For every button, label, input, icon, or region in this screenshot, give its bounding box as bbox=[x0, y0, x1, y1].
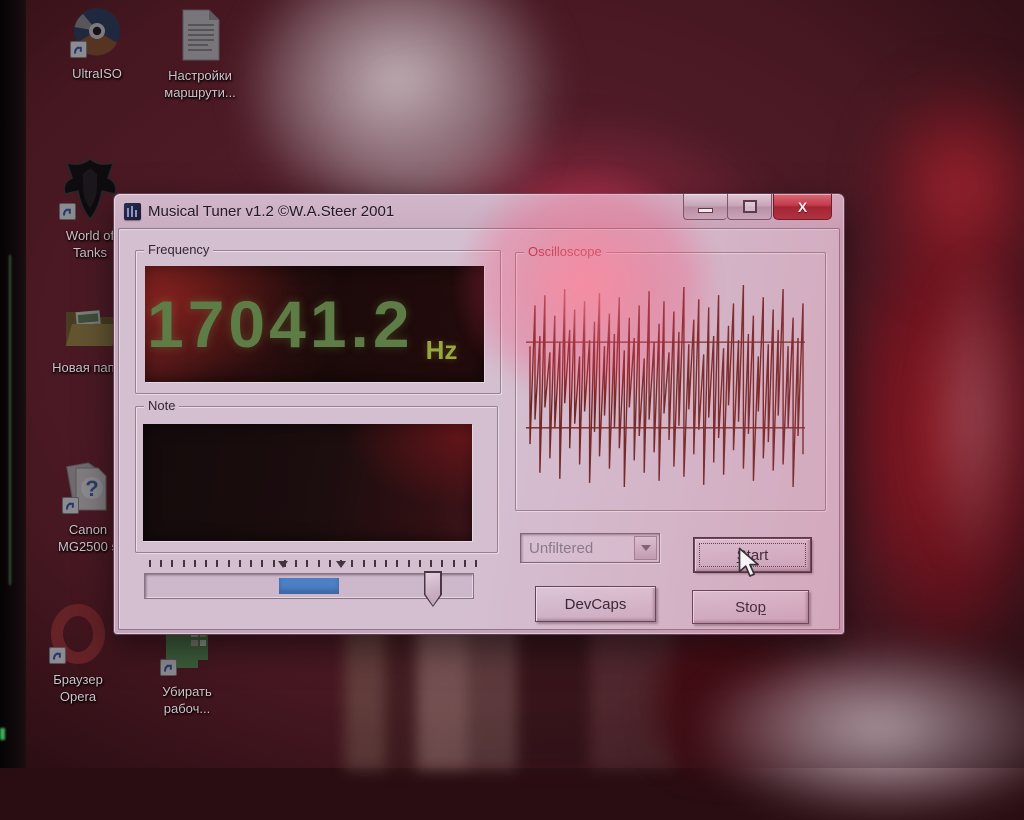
frequency-group-label: Frequency bbox=[144, 242, 213, 257]
icon-label: Браузер bbox=[32, 671, 124, 688]
folder-icon bbox=[61, 302, 119, 354]
wallpaper-pillars bbox=[345, 615, 675, 770]
icon-label: Убирать bbox=[141, 683, 233, 700]
desktop-icon-route-settings[interactable]: Настройки маршрути... bbox=[154, 8, 246, 101]
shortcut-arrow-icon bbox=[59, 203, 76, 220]
trackbar-selection bbox=[279, 578, 338, 594]
help-document-icon: ? bbox=[62, 460, 114, 516]
icon-label: UltraISO bbox=[51, 65, 143, 82]
icon-label: Настройки bbox=[154, 67, 246, 84]
note-display bbox=[143, 424, 472, 541]
filter-select[interactable]: Unfiltered bbox=[520, 533, 660, 563]
ultraiso-cd-icon bbox=[70, 6, 124, 60]
text-document-icon bbox=[177, 8, 223, 62]
maximize-button[interactable] bbox=[727, 194, 772, 220]
maximize-icon bbox=[743, 200, 757, 213]
frequency-display: 17041.2 Hz bbox=[145, 266, 484, 382]
tuner-window: Musical Tuner v1.2 ©W.A.Steer 2001 X Fre… bbox=[113, 193, 845, 635]
wallpaper-fur-trim bbox=[925, 250, 1024, 580]
svg-text:?: ? bbox=[85, 476, 98, 501]
dialog-client-area: Frequency 17041.2 Hz Note Oscilloscope U… bbox=[118, 228, 840, 630]
frequency-unit: Hz bbox=[426, 335, 458, 366]
monitor-bezel bbox=[0, 0, 26, 768]
wallpaper-dark-patch bbox=[655, 635, 805, 770]
world-of-tanks-emblem-icon bbox=[59, 156, 121, 222]
desktop-icon-opera[interactable]: Браузер Opera bbox=[32, 604, 124, 705]
oscilloscope-group-label: Oscilloscope bbox=[524, 244, 606, 259]
minimize-icon bbox=[698, 208, 713, 213]
dropdown-arrow-icon[interactable] bbox=[634, 536, 657, 560]
trackbar[interactable] bbox=[144, 573, 474, 599]
wallpaper-santa-figure bbox=[815, 130, 1024, 730]
icon-label: рабоч... bbox=[141, 700, 233, 717]
icon-label: маршрути... bbox=[154, 84, 246, 101]
window-title: Musical Tuner v1.2 ©W.A.Steer 2001 bbox=[148, 203, 394, 220]
wallpaper-santa-hat bbox=[865, 70, 1024, 300]
title-bar[interactable]: Musical Tuner v1.2 ©W.A.Steer 2001 X bbox=[114, 194, 844, 228]
icon-label: Opera bbox=[32, 688, 124, 705]
desktop-icon-clean-desktop[interactable]: Убирать рабоч... bbox=[141, 622, 233, 717]
note-group-label: Note bbox=[144, 398, 179, 413]
frequency-value: 17041.2 bbox=[147, 286, 414, 362]
shortcut-arrow-icon bbox=[62, 497, 79, 514]
opera-logo-icon bbox=[49, 604, 107, 666]
stop-button[interactable]: Stop bbox=[692, 590, 809, 624]
bezel-highlight bbox=[9, 255, 11, 585]
close-icon: X bbox=[798, 199, 807, 215]
close-button[interactable]: X bbox=[773, 194, 832, 220]
trackbar-thumb[interactable] bbox=[424, 571, 442, 607]
start-button[interactable]: Start bbox=[694, 538, 811, 572]
trackbar-ticks bbox=[149, 560, 475, 570]
shortcut-arrow-icon bbox=[160, 659, 177, 676]
app-icon bbox=[124, 203, 141, 220]
oscilloscope-groupbox: Oscilloscope bbox=[515, 252, 826, 511]
devcaps-button[interactable]: DevCaps bbox=[535, 586, 656, 622]
oscilloscope-waveform bbox=[524, 273, 809, 501]
shortcut-arrow-icon bbox=[70, 41, 87, 58]
desktop-icon-ultraiso[interactable]: UltraISO bbox=[51, 6, 143, 82]
shortcut-arrow-icon bbox=[49, 647, 66, 664]
minimize-button[interactable] bbox=[683, 194, 727, 220]
wallpaper-fur-bottom bbox=[690, 640, 1024, 820]
bezel-led bbox=[0, 728, 5, 740]
filter-selected-value: Unfiltered bbox=[529, 540, 593, 557]
